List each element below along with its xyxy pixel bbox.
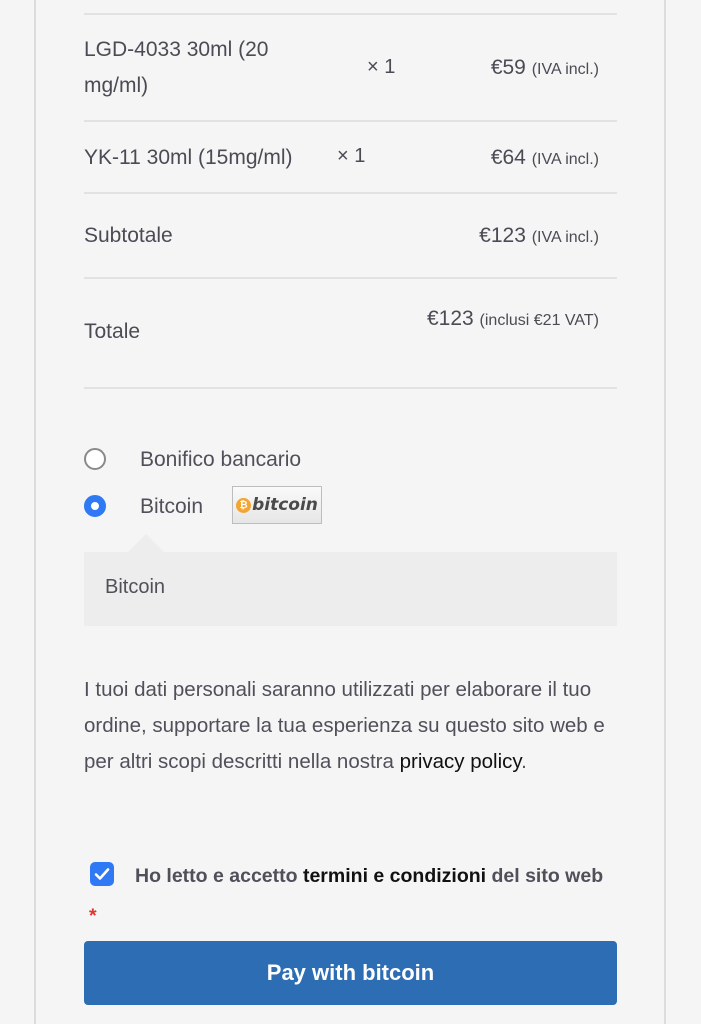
privacy-policy-link[interactable]: privacy policy <box>400 750 522 773</box>
price-amount: €123 <box>426 307 474 330</box>
payment-method-label[interactable]: Bitcoin <box>140 495 203 519</box>
price-amount: €59 <box>490 56 526 79</box>
divider <box>84 192 617 194</box>
bitcoin-logo: ₿ bitcoin <box>232 486 322 524</box>
product-price: €64 (IVA incl.) <box>491 146 599 170</box>
required-marker: * <box>89 905 97 927</box>
subtotal-value: €123 (IVA incl.) <box>479 224 599 248</box>
total-value: €123 (inclusi €21 VAT) <box>409 300 599 340</box>
bitcoin-logo-text: bitcoin <box>252 495 318 515</box>
description-pointer <box>128 534 164 552</box>
divider <box>84 13 617 15</box>
price-amount: €64 <box>490 146 526 169</box>
privacy-text-end: . <box>521 750 527 773</box>
terms-label[interactable]: Ho letto e accetto termini e condizioni … <box>89 856 609 936</box>
tax-note: (IVA incl.) <box>531 229 599 246</box>
payment-method-description: Bitcoin <box>84 534 617 626</box>
tax-note: (IVA incl.) <box>531 151 599 168</box>
price-amount: €123 <box>479 224 526 247</box>
divider <box>84 387 617 389</box>
product-name: YK-11 30ml (15mg/ml) <box>84 146 293 169</box>
bitcoin-coin-icon: ₿ <box>236 497 252 513</box>
product-price: €59 (IVA incl.) <box>491 56 599 80</box>
product-name: LGD-4033 30ml (20 mg/ml) <box>84 38 269 97</box>
divider <box>84 120 617 122</box>
radio-bitcoin[interactable] <box>84 495 106 517</box>
subtotal-label: Subtotale <box>84 224 173 247</box>
pay-with-bitcoin-button[interactable]: Pay with bitcoin <box>84 941 617 1005</box>
product-quantity: × 1 <box>337 145 366 167</box>
terms-link[interactable]: termini e condizioni <box>303 865 486 887</box>
divider <box>84 277 617 279</box>
privacy-notice: I tuoi dati personali saranno utilizzati… <box>84 672 617 780</box>
total-label: Totale <box>84 320 141 343</box>
terms-suffix: del sito web <box>491 865 604 887</box>
payment-description-text: Bitcoin <box>105 576 166 598</box>
tax-note: (IVA incl.) <box>531 61 599 78</box>
payment-method-label[interactable]: Bonifico bancario <box>140 448 301 472</box>
tax-note: (inclusi €21 VAT) <box>479 312 599 329</box>
product-quantity: × 1 <box>367 56 396 78</box>
terms-prefix: Ho letto e accetto <box>135 865 298 887</box>
radio-bonifico-bancario[interactable] <box>84 448 106 470</box>
